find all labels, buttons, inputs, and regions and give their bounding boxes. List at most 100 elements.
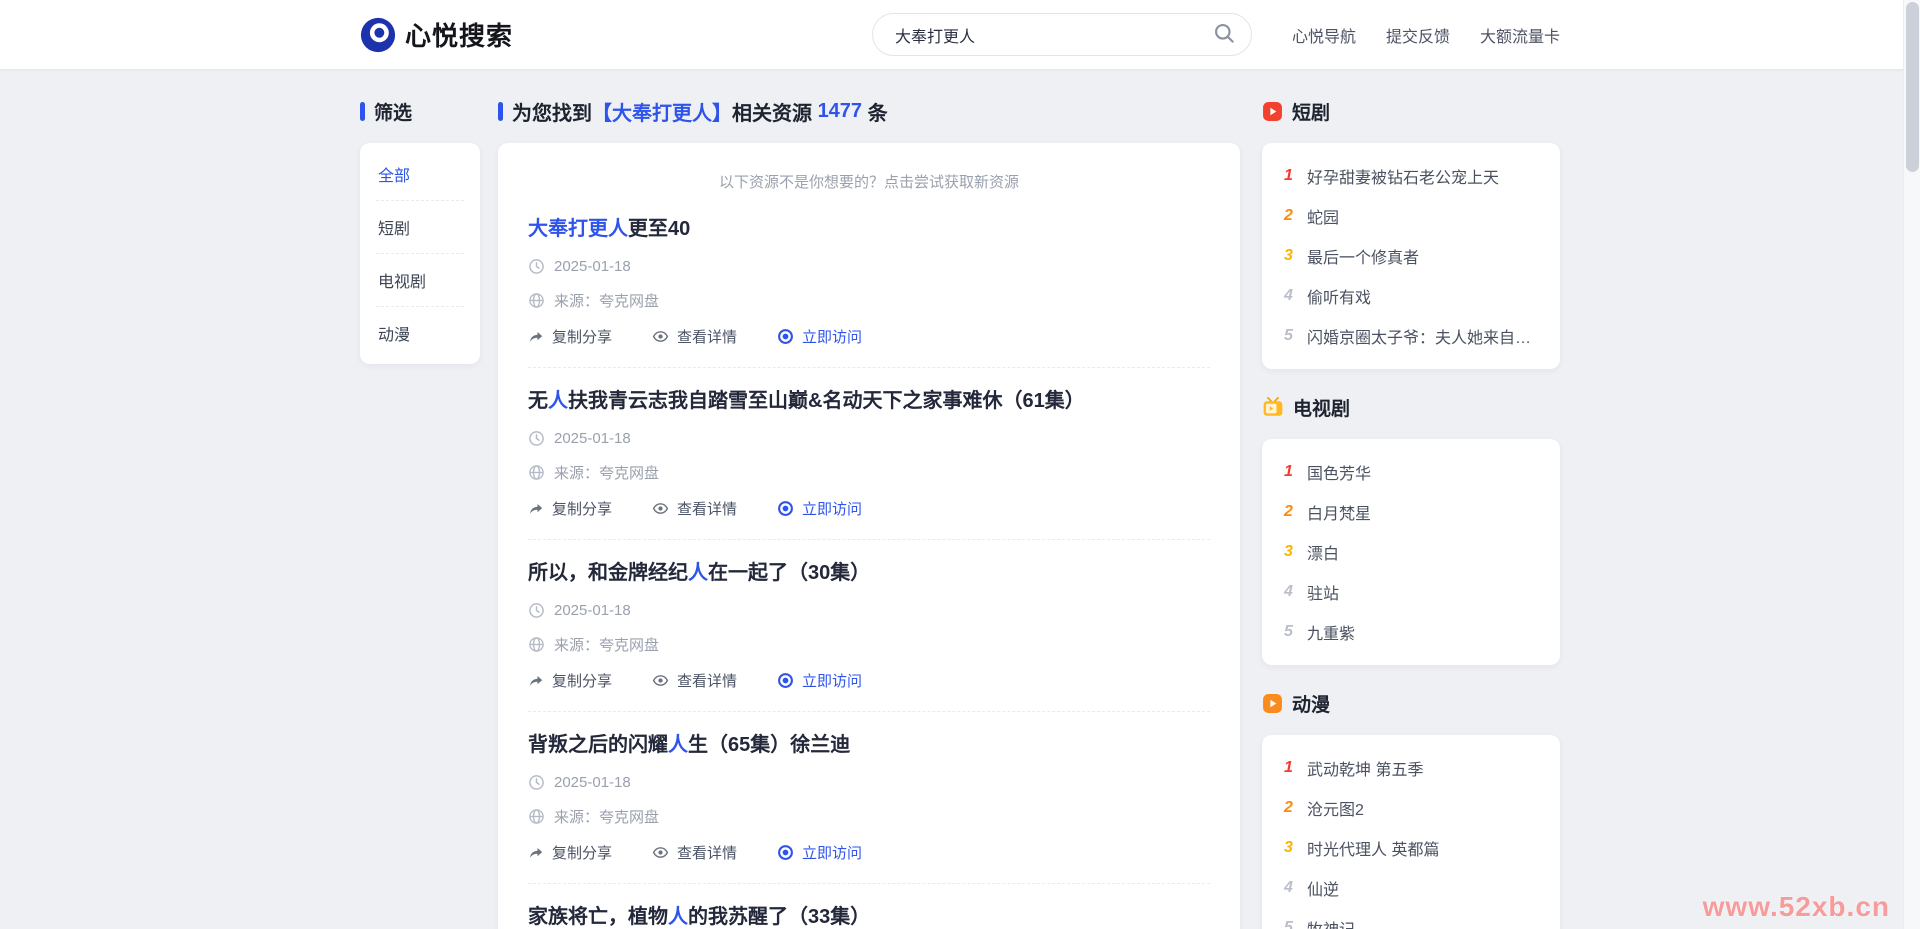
rank-item[interactable]: 5 九重紫 xyxy=(1282,612,1540,652)
rank-item[interactable]: 4 驻站 xyxy=(1282,572,1540,612)
rank-card: 1 好孕甜妻被钻石老公宠上天 2 蛇园 3 最后一个修真者 4 偷听有戏 5 闪… xyxy=(1262,143,1560,369)
share-icon xyxy=(528,329,544,345)
result-actions: 复制分享 查看详情 立即访问 xyxy=(528,670,1210,712)
rank-item-title: 沧元图2 xyxy=(1307,802,1364,819)
clock-icon xyxy=(528,258,545,275)
rank-item[interactable]: 2 蛇园 xyxy=(1282,196,1540,236)
nav-link[interactable]: 心悦导航 xyxy=(1292,23,1356,47)
result-actions: 复制分享 查看详情 立即访问 xyxy=(528,498,1210,540)
rank-number: 2 xyxy=(1284,799,1293,816)
view-detail-button[interactable]: 查看详情 xyxy=(652,498,737,519)
ranking-sidebar: 短剧 1 好孕甜妻被钻石老公宠上天 2 蛇园 3 最后一个修真者 4 偷听有戏 … xyxy=(1262,99,1560,929)
view-detail-button[interactable]: 查看详情 xyxy=(652,842,737,863)
search-box xyxy=(872,13,1252,56)
filter-item[interactable]: 电视剧 xyxy=(376,254,464,307)
rank-card: 1 国色芳华 2 白月梵星 3 漂白 4 驻站 5 九重紫 xyxy=(1262,439,1560,665)
rank-item[interactable]: 2 白月梵星 xyxy=(1282,492,1540,532)
rank-section-short-drama: 短剧 1 好孕甜妻被钻石老公宠上天 2 蛇园 3 最后一个修真者 4 偷听有戏 … xyxy=(1262,99,1560,369)
nav-link[interactable]: 大额流量卡 xyxy=(1480,23,1560,47)
result-title[interactable]: 无人扶我青云志我自踏雪至山巅&名动天下之家事难休（61集） xyxy=(528,388,1210,414)
scrollbar[interactable] xyxy=(1903,0,1920,929)
rank-item[interactable]: 3 最后一个修真者 xyxy=(1282,236,1540,276)
share-icon xyxy=(528,845,544,861)
copy-share-button[interactable]: 复制分享 xyxy=(528,842,612,863)
rank-item[interactable]: 3 时光代理人 英都篇 xyxy=(1282,828,1540,868)
rank-number: 3 xyxy=(1284,247,1293,264)
result-actions: 复制分享 查看详情 立即访问 xyxy=(528,842,1210,884)
result-title[interactable]: 背叛之后的闪耀人生（65集）徐兰迪 xyxy=(528,732,1210,758)
scrollbar-thumb[interactable] xyxy=(1906,2,1919,172)
rank-item-title: 驻站 xyxy=(1307,586,1340,603)
visit-button[interactable]: 立即访问 xyxy=(777,842,862,863)
filter-item[interactable]: 动漫 xyxy=(376,307,464,359)
copy-share-button[interactable]: 复制分享 xyxy=(528,326,612,347)
section-bar-icon xyxy=(498,101,503,121)
copy-share-button[interactable]: 复制分享 xyxy=(528,498,612,519)
view-detail-button[interactable]: 查看详情 xyxy=(652,670,737,691)
rank-item-title: 九重紫 xyxy=(1307,626,1356,643)
rank-item[interactable]: 4 偷听有戏 xyxy=(1282,276,1540,316)
visit-button[interactable]: 立即访问 xyxy=(777,498,862,519)
tv-icon xyxy=(1262,396,1284,418)
rank-item-title: 白月梵星 xyxy=(1307,506,1372,523)
eye-icon xyxy=(652,672,669,689)
nav-link[interactable]: 提交反馈 xyxy=(1386,23,1450,47)
result-title[interactable]: 家族将亡，植物人的我苏醒了（33集） xyxy=(528,904,1210,929)
rank-item[interactable]: 4 仙逆 xyxy=(1282,868,1540,908)
highlighted-keyword: 人 xyxy=(548,390,568,412)
rank-number: 3 xyxy=(1284,543,1293,560)
rank-section-tv-series: 电视剧 1 国色芳华 2 白月梵星 3 漂白 4 驻站 5 九重紫 xyxy=(1262,395,1560,665)
filter-heading: 筛选 xyxy=(360,99,480,124)
filter-item[interactable]: 短剧 xyxy=(376,201,464,254)
rank-section-anime: 动漫 1 武动乾坤 第五季 2 沧元图2 3 时光代理人 英都篇 4 仙逆 5 … xyxy=(1262,691,1560,929)
globe-icon xyxy=(528,292,545,309)
search-button[interactable] xyxy=(1207,18,1241,52)
rank-number: 1 xyxy=(1284,167,1293,184)
rank-item[interactable]: 5 牧神记 xyxy=(1282,908,1540,929)
rank-item-title: 武动乾坤 第五季 xyxy=(1307,762,1424,779)
rank-item-title: 国色芳华 xyxy=(1307,466,1372,483)
rank-section-title: 短剧 xyxy=(1292,102,1331,124)
rank-item[interactable]: 2 沧元图2 xyxy=(1282,788,1540,828)
globe-icon xyxy=(528,636,545,653)
rank-item[interactable]: 1 武动乾坤 第五季 xyxy=(1282,748,1540,788)
result-source: 来源：夸克网盘 xyxy=(528,806,1210,827)
header-inner: 心悦搜索 心悦导航 提交反馈 大额流量卡 xyxy=(360,0,1560,69)
rank-number: 1 xyxy=(1284,759,1293,776)
rank-item-title: 仙逆 xyxy=(1307,882,1340,899)
view-detail-button[interactable]: 查看详情 xyxy=(652,326,737,347)
rank-item-title: 时光代理人 英都篇 xyxy=(1307,842,1440,859)
rank-number: 4 xyxy=(1284,287,1293,304)
refresh-notice[interactable]: 以下资源不是你想要的？点击尝试获取新资源 xyxy=(528,161,1210,196)
rank-item-title: 蛇园 xyxy=(1307,210,1340,227)
search-input[interactable] xyxy=(895,25,1207,44)
visit-button[interactable]: 立即访问 xyxy=(777,670,862,691)
rank-item[interactable]: 1 好孕甜妻被钻石老公宠上天 xyxy=(1282,156,1540,196)
highlighted-keyword: 大奉打更人 xyxy=(528,218,628,240)
rank-item[interactable]: 5 闪婚京圈太子爷：夫人她来自农村 xyxy=(1282,316,1540,356)
result-date: 2025-01-18 xyxy=(528,774,1210,791)
result-title[interactable]: 大奉打更人更至40 xyxy=(528,216,1210,242)
rank-item-title: 闪婚京圈太子爷：夫人她来自农村 xyxy=(1307,330,1540,347)
visit-button[interactable]: 立即访问 xyxy=(777,326,862,347)
clock-icon xyxy=(528,774,545,791)
logo-text: 心悦搜索 xyxy=(405,21,514,51)
result-source: 来源：夸克网盘 xyxy=(528,290,1210,311)
rank-heading: 短剧 xyxy=(1262,99,1560,124)
result-title[interactable]: 所以，和金牌经纪人在一起了（30集） xyxy=(528,560,1210,586)
share-icon xyxy=(528,501,544,517)
eye-icon xyxy=(652,328,669,345)
result-item: 背叛之后的闪耀人生（65集）徐兰迪 2025-01-18 来源：夸克网盘 复制分… xyxy=(528,712,1210,884)
rank-item[interactable]: 1 国色芳华 xyxy=(1282,452,1540,492)
section-bar-icon xyxy=(360,101,365,121)
rank-number: 1 xyxy=(1284,463,1293,480)
filter-item[interactable]: 全部 xyxy=(376,148,464,201)
rank-item-title: 漂白 xyxy=(1307,546,1340,563)
logo[interactable]: 心悦搜索 xyxy=(360,0,513,69)
highlighted-keyword: 人 xyxy=(668,734,688,756)
filter-sidebar: 筛选 全部 短剧 电视剧 动漫 xyxy=(360,99,480,364)
rank-number: 2 xyxy=(1284,503,1293,520)
short-drama-icon xyxy=(1262,101,1283,122)
copy-share-button[interactable]: 复制分享 xyxy=(528,670,612,691)
rank-item[interactable]: 3 漂白 xyxy=(1282,532,1540,572)
